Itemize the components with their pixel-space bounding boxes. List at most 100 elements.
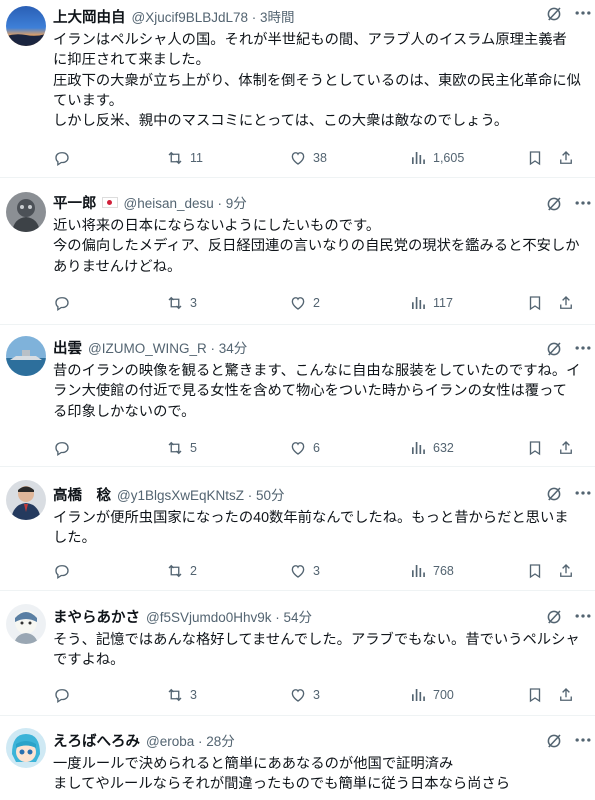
grok-icon[interactable] bbox=[545, 485, 563, 503]
more-icon[interactable] bbox=[573, 606, 593, 626]
display-name[interactable]: まやらあかさ bbox=[53, 606, 140, 627]
heart-icon bbox=[291, 689, 305, 702]
grok-icon[interactable] bbox=[545, 340, 563, 358]
tweet[interactable]: 出雲 @IZUMO_WING_R · 34分 昔のイランの映像を観ると驚きます、… bbox=[0, 325, 595, 467]
bookmark-button[interactable] bbox=[526, 147, 544, 169]
tweet-feed: 上大岡由自 @Xjucif9BLBJdL78 · 3時間 イランはペルシャ人の国… bbox=[0, 0, 595, 800]
more-icon[interactable] bbox=[573, 3, 593, 23]
avatar[interactable] bbox=[6, 336, 46, 376]
bookmark-button[interactable] bbox=[526, 292, 544, 314]
handle-time[interactable]: @eroba · 28分 bbox=[146, 730, 235, 750]
views-icon bbox=[412, 442, 425, 454]
like-button[interactable]: 38 bbox=[289, 147, 327, 169]
like-button[interactable]: 6 bbox=[289, 437, 320, 459]
tweet-text: イランが便所虫国家になったの40数年前なんでしたね。もっと昔からだと思いました。 bbox=[53, 510, 569, 547]
retweet-count: 3 bbox=[190, 688, 197, 702]
retweet-icon bbox=[168, 564, 182, 578]
action-bar: 2 3 768 bbox=[53, 560, 581, 582]
views-button[interactable]: 632 bbox=[409, 437, 454, 459]
share-button[interactable] bbox=[557, 684, 575, 706]
reply-button[interactable] bbox=[53, 437, 77, 459]
retweet-count: 11 bbox=[190, 151, 203, 165]
views-button[interactable]: 768 bbox=[409, 560, 454, 582]
reply-icon bbox=[55, 152, 69, 167]
view-count: 632 bbox=[433, 441, 454, 455]
avatar[interactable] bbox=[6, 6, 46, 46]
retweet-icon bbox=[168, 151, 182, 165]
bookmark-button[interactable] bbox=[526, 437, 544, 459]
avatar[interactable] bbox=[6, 604, 46, 644]
handle-time[interactable]: @IZUMO_WING_R · 34分 bbox=[88, 337, 247, 357]
action-bar: 3 2 117 bbox=[53, 292, 581, 314]
tweet[interactable]: 高橋 稔 @y1BlgsXwEqKNtsZ · 50分 イランが便所虫国家になっ… bbox=[0, 467, 595, 591]
display-name[interactable]: 上大岡由自 bbox=[53, 6, 126, 27]
japan-flag-icon bbox=[101, 196, 118, 208]
display-name[interactable]: 出雲 bbox=[53, 337, 82, 358]
more-icon[interactable] bbox=[573, 483, 593, 503]
reply-icon bbox=[55, 689, 69, 704]
retweet-icon bbox=[168, 441, 182, 455]
like-count: 6 bbox=[313, 441, 320, 455]
tweet[interactable]: まやらあかさ @f5SVjumdo0Hhv9k · 54分 そう、記憶ではあんな… bbox=[0, 591, 595, 716]
views-button[interactable]: 1,605 bbox=[409, 147, 464, 169]
heart-icon bbox=[291, 297, 305, 310]
more-icon[interactable] bbox=[573, 193, 593, 213]
view-count: 117 bbox=[433, 296, 453, 310]
retweet-button[interactable]: 5 bbox=[166, 437, 197, 459]
retweet-button[interactable]: 3 bbox=[166, 684, 197, 706]
display-name[interactable]: 高橋 稔 bbox=[53, 484, 111, 505]
share-button[interactable] bbox=[557, 437, 575, 459]
retweet-icon bbox=[168, 688, 182, 702]
share-button[interactable] bbox=[557, 147, 575, 169]
handle-time[interactable]: @y1BlgsXwEqKNtsZ · 50分 bbox=[117, 484, 285, 504]
action-bar: 11 38 1,605 bbox=[53, 147, 581, 169]
reply-button[interactable] bbox=[53, 292, 77, 314]
retweet-button[interactable]: 3 bbox=[166, 292, 197, 314]
views-icon bbox=[412, 297, 425, 309]
like-button[interactable]: 3 bbox=[289, 684, 320, 706]
handle-time[interactable]: @heisan_desu · 9分 bbox=[124, 192, 247, 212]
grok-icon[interactable] bbox=[545, 195, 563, 213]
handle-time[interactable]: @Xjucif9BLBJdL78 · 3時間 bbox=[132, 6, 295, 26]
reply-button[interactable] bbox=[53, 147, 77, 169]
retweet-button[interactable]: 2 bbox=[166, 560, 197, 582]
like-count: 38 bbox=[313, 151, 327, 165]
bookmark-button[interactable] bbox=[526, 684, 544, 706]
reply-icon bbox=[55, 297, 69, 312]
view-count: 768 bbox=[433, 564, 454, 578]
views-icon bbox=[412, 689, 425, 701]
grok-icon[interactable] bbox=[545, 608, 563, 626]
views-button[interactable]: 700 bbox=[409, 684, 454, 706]
like-button[interactable]: 3 bbox=[289, 560, 320, 582]
more-icon[interactable] bbox=[573, 730, 593, 750]
share-button[interactable] bbox=[557, 292, 575, 314]
reply-button[interactable] bbox=[53, 560, 77, 582]
avatar[interactable] bbox=[6, 192, 46, 232]
avatar[interactable] bbox=[6, 480, 46, 520]
share-icon bbox=[560, 441, 572, 454]
more-icon[interactable] bbox=[573, 338, 593, 358]
display-name[interactable]: 平一郎 bbox=[53, 192, 97, 213]
handle-time[interactable]: @f5SVjumdo0Hhv9k · 54分 bbox=[146, 606, 312, 626]
display-name[interactable]: えろばへろみ bbox=[53, 730, 140, 751]
tweet[interactable]: えろばへろみ @eroba · 28分 一度ルールで決められると簡単にああなるの… bbox=[0, 716, 595, 800]
retweet-button[interactable]: 11 bbox=[166, 147, 203, 169]
tweet-text: 近い将来の日本にならないようにしたいものです。 今の偏向したメディア、反日経団連… bbox=[53, 218, 580, 275]
avatar[interactable] bbox=[6, 728, 46, 768]
like-button[interactable]: 2 bbox=[289, 292, 320, 314]
grok-icon[interactable] bbox=[545, 732, 563, 750]
heart-icon bbox=[291, 442, 305, 455]
grok-icon[interactable] bbox=[545, 5, 563, 23]
tweet[interactable]: 平一郎 @heisan_desu · 9分 近い将来の日本にならないようにしたい… bbox=[0, 178, 595, 325]
share-button[interactable] bbox=[557, 560, 575, 582]
share-icon bbox=[560, 151, 572, 164]
tweet-text: 一度ルールで決められると簡単にああなるのが他国で証明済み ましてやルールならそれ… bbox=[53, 756, 511, 793]
views-button[interactable]: 117 bbox=[409, 292, 453, 314]
view-count: 700 bbox=[433, 688, 454, 702]
reply-button[interactable] bbox=[53, 684, 77, 706]
share-icon bbox=[560, 296, 572, 309]
retweet-count: 3 bbox=[190, 296, 197, 310]
tweet[interactable]: 上大岡由自 @Xjucif9BLBJdL78 · 3時間 イランはペルシャ人の国… bbox=[0, 0, 595, 178]
bookmark-icon bbox=[529, 296, 541, 311]
bookmark-button[interactable] bbox=[526, 560, 544, 582]
